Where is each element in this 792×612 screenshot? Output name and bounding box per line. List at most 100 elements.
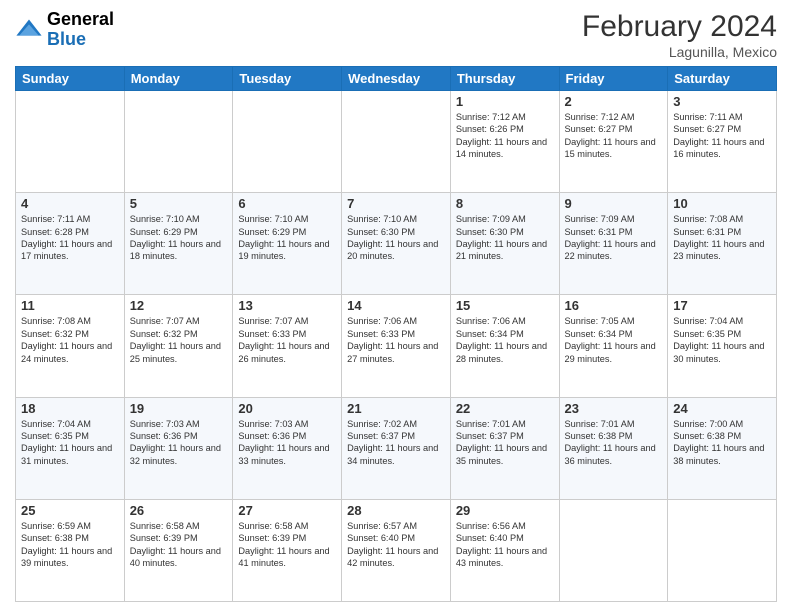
day-info: Sunrise: 7:10 AM Sunset: 6:30 PM Dayligh…: [347, 213, 445, 263]
day-number: 14: [347, 298, 445, 313]
day-number: 16: [565, 298, 663, 313]
location: Lagunilla, Mexico: [582, 44, 777, 60]
calendar-cell: 26 Sunrise: 6:58 AM Sunset: 6:39 PM Dayli…: [124, 499, 233, 601]
calendar-cell: 6 Sunrise: 7:10 AM Sunset: 6:29 PM Daylig…: [233, 193, 342, 295]
day-info: Sunrise: 7:09 AM Sunset: 6:31 PM Dayligh…: [565, 213, 663, 263]
day-info: Sunrise: 7:09 AM Sunset: 6:30 PM Dayligh…: [456, 213, 554, 263]
calendar-table: Sunday Monday Tuesday Wednesday Thursday…: [15, 66, 777, 602]
col-friday: Friday: [559, 67, 668, 91]
calendar-cell: 18 Sunrise: 7:04 AM Sunset: 6:35 PM Dayli…: [16, 397, 125, 499]
day-info: Sunrise: 7:02 AM Sunset: 6:37 PM Dayligh…: [347, 418, 445, 468]
day-number: 18: [21, 401, 119, 416]
day-number: 12: [130, 298, 228, 313]
calendar-cell: 5 Sunrise: 7:10 AM Sunset: 6:29 PM Daylig…: [124, 193, 233, 295]
day-number: 3: [673, 94, 771, 109]
col-tuesday: Tuesday: [233, 67, 342, 91]
calendar-week-4: 18 Sunrise: 7:04 AM Sunset: 6:35 PM Dayli…: [16, 397, 777, 499]
day-info: Sunrise: 7:12 AM Sunset: 6:27 PM Dayligh…: [565, 111, 663, 161]
calendar-cell: [16, 91, 125, 193]
day-info: Sunrise: 6:56 AM Sunset: 6:40 PM Dayligh…: [456, 520, 554, 570]
month-title: February 2024: [582, 10, 777, 44]
logo-general: General: [47, 10, 114, 30]
calendar-cell: 4 Sunrise: 7:11 AM Sunset: 6:28 PM Daylig…: [16, 193, 125, 295]
day-number: 4: [21, 196, 119, 211]
calendar-cell: 3 Sunrise: 7:11 AM Sunset: 6:27 PM Daylig…: [668, 91, 777, 193]
day-info: Sunrise: 6:58 AM Sunset: 6:39 PM Dayligh…: [130, 520, 228, 570]
col-monday: Monday: [124, 67, 233, 91]
day-number: 21: [347, 401, 445, 416]
calendar-cell: 12 Sunrise: 7:07 AM Sunset: 6:32 PM Dayli…: [124, 295, 233, 397]
day-info: Sunrise: 7:11 AM Sunset: 6:28 PM Dayligh…: [21, 213, 119, 263]
day-number: 26: [130, 503, 228, 518]
day-info: Sunrise: 7:06 AM Sunset: 6:34 PM Dayligh…: [456, 315, 554, 365]
day-number: 24: [673, 401, 771, 416]
day-number: 17: [673, 298, 771, 313]
day-number: 27: [238, 503, 336, 518]
calendar-cell: [668, 499, 777, 601]
day-info: Sunrise: 7:00 AM Sunset: 6:38 PM Dayligh…: [673, 418, 771, 468]
logo-blue: Blue: [47, 30, 114, 50]
day-number: 29: [456, 503, 554, 518]
day-info: Sunrise: 7:06 AM Sunset: 6:33 PM Dayligh…: [347, 315, 445, 365]
day-info: Sunrise: 7:10 AM Sunset: 6:29 PM Dayligh…: [238, 213, 336, 263]
day-info: Sunrise: 7:03 AM Sunset: 6:36 PM Dayligh…: [238, 418, 336, 468]
calendar-cell: 21 Sunrise: 7:02 AM Sunset: 6:37 PM Dayli…: [342, 397, 451, 499]
calendar-cell: 7 Sunrise: 7:10 AM Sunset: 6:30 PM Daylig…: [342, 193, 451, 295]
calendar-cell: 17 Sunrise: 7:04 AM Sunset: 6:35 PM Dayli…: [668, 295, 777, 397]
calendar-cell: [342, 91, 451, 193]
page: General Blue February 2024 Lagunilla, Me…: [0, 0, 792, 612]
day-info: Sunrise: 7:03 AM Sunset: 6:36 PM Dayligh…: [130, 418, 228, 468]
calendar-cell: [559, 499, 668, 601]
day-info: Sunrise: 7:08 AM Sunset: 6:31 PM Dayligh…: [673, 213, 771, 263]
logo-text: General Blue: [47, 10, 114, 50]
calendar-cell: 1Sunrise: 7:12 AM Sunset: 6:26 PM Daylig…: [450, 91, 559, 193]
day-info: Sunrise: 7:07 AM Sunset: 6:32 PM Dayligh…: [130, 315, 228, 365]
day-number: 11: [21, 298, 119, 313]
calendar-cell: 16Sunrise: 7:05 AM Sunset: 6:34 PM Dayli…: [559, 295, 668, 397]
day-info: Sunrise: 7:12 AM Sunset: 6:26 PM Dayligh…: [456, 111, 554, 161]
calendar-cell: 20 Sunrise: 7:03 AM Sunset: 6:36 PM Dayli…: [233, 397, 342, 499]
day-info: Sunrise: 6:59 AM Sunset: 6:38 PM Dayligh…: [21, 520, 119, 570]
day-number: 2: [565, 94, 663, 109]
calendar-cell: 14 Sunrise: 7:06 AM Sunset: 6:33 PM Dayli…: [342, 295, 451, 397]
day-number: 22: [456, 401, 554, 416]
day-number: 20: [238, 401, 336, 416]
day-number: 8: [456, 196, 554, 211]
calendar-cell: 9 Sunrise: 7:09 AM Sunset: 6:31 PM Daylig…: [559, 193, 668, 295]
day-number: 19: [130, 401, 228, 416]
calendar-week-5: 25Sunrise: 6:59 AM Sunset: 6:38 PM Dayli…: [16, 499, 777, 601]
day-info: Sunrise: 6:57 AM Sunset: 6:40 PM Dayligh…: [347, 520, 445, 570]
calendar-cell: 27 Sunrise: 6:58 AM Sunset: 6:39 PM Dayli…: [233, 499, 342, 601]
calendar-header-row: Sunday Monday Tuesday Wednesday Thursday…: [16, 67, 777, 91]
calendar-cell: 29 Sunrise: 6:56 AM Sunset: 6:40 PM Dayli…: [450, 499, 559, 601]
calendar-cell: 25Sunrise: 6:59 AM Sunset: 6:38 PM Dayli…: [16, 499, 125, 601]
day-info: Sunrise: 7:10 AM Sunset: 6:29 PM Dayligh…: [130, 213, 228, 263]
col-sunday: Sunday: [16, 67, 125, 91]
logo: General Blue: [15, 10, 114, 50]
day-info: Sunrise: 7:11 AM Sunset: 6:27 PM Dayligh…: [673, 111, 771, 161]
day-info: Sunrise: 7:04 AM Sunset: 6:35 PM Dayligh…: [21, 418, 119, 468]
title-block: February 2024 Lagunilla, Mexico: [582, 10, 777, 60]
day-info: Sunrise: 7:01 AM Sunset: 6:37 PM Dayligh…: [456, 418, 554, 468]
col-saturday: Saturday: [668, 67, 777, 91]
day-number: 23: [565, 401, 663, 416]
calendar-cell: 2 Sunrise: 7:12 AM Sunset: 6:27 PM Daylig…: [559, 91, 668, 193]
calendar-week-1: 1Sunrise: 7:12 AM Sunset: 6:26 PM Daylig…: [16, 91, 777, 193]
calendar-cell: 22 Sunrise: 7:01 AM Sunset: 6:37 PM Dayli…: [450, 397, 559, 499]
calendar-cell: 23 Sunrise: 7:01 AM Sunset: 6:38 PM Dayli…: [559, 397, 668, 499]
day-number: 6: [238, 196, 336, 211]
day-info: Sunrise: 7:07 AM Sunset: 6:33 PM Dayligh…: [238, 315, 336, 365]
calendar-cell: 15Sunrise: 7:06 AM Sunset: 6:34 PM Dayli…: [450, 295, 559, 397]
day-number: 9: [565, 196, 663, 211]
day-number: 13: [238, 298, 336, 313]
day-info: Sunrise: 7:04 AM Sunset: 6:35 PM Dayligh…: [673, 315, 771, 365]
calendar-cell: 10Sunrise: 7:08 AM Sunset: 6:31 PM Dayli…: [668, 193, 777, 295]
calendar-cell: [233, 91, 342, 193]
day-number: 5: [130, 196, 228, 211]
calendar-cell: 24 Sunrise: 7:00 AM Sunset: 6:38 PM Dayli…: [668, 397, 777, 499]
day-info: Sunrise: 7:01 AM Sunset: 6:38 PM Dayligh…: [565, 418, 663, 468]
logo-icon: [15, 16, 43, 44]
day-number: 7: [347, 196, 445, 211]
day-info: Sunrise: 6:58 AM Sunset: 6:39 PM Dayligh…: [238, 520, 336, 570]
day-number: 28: [347, 503, 445, 518]
